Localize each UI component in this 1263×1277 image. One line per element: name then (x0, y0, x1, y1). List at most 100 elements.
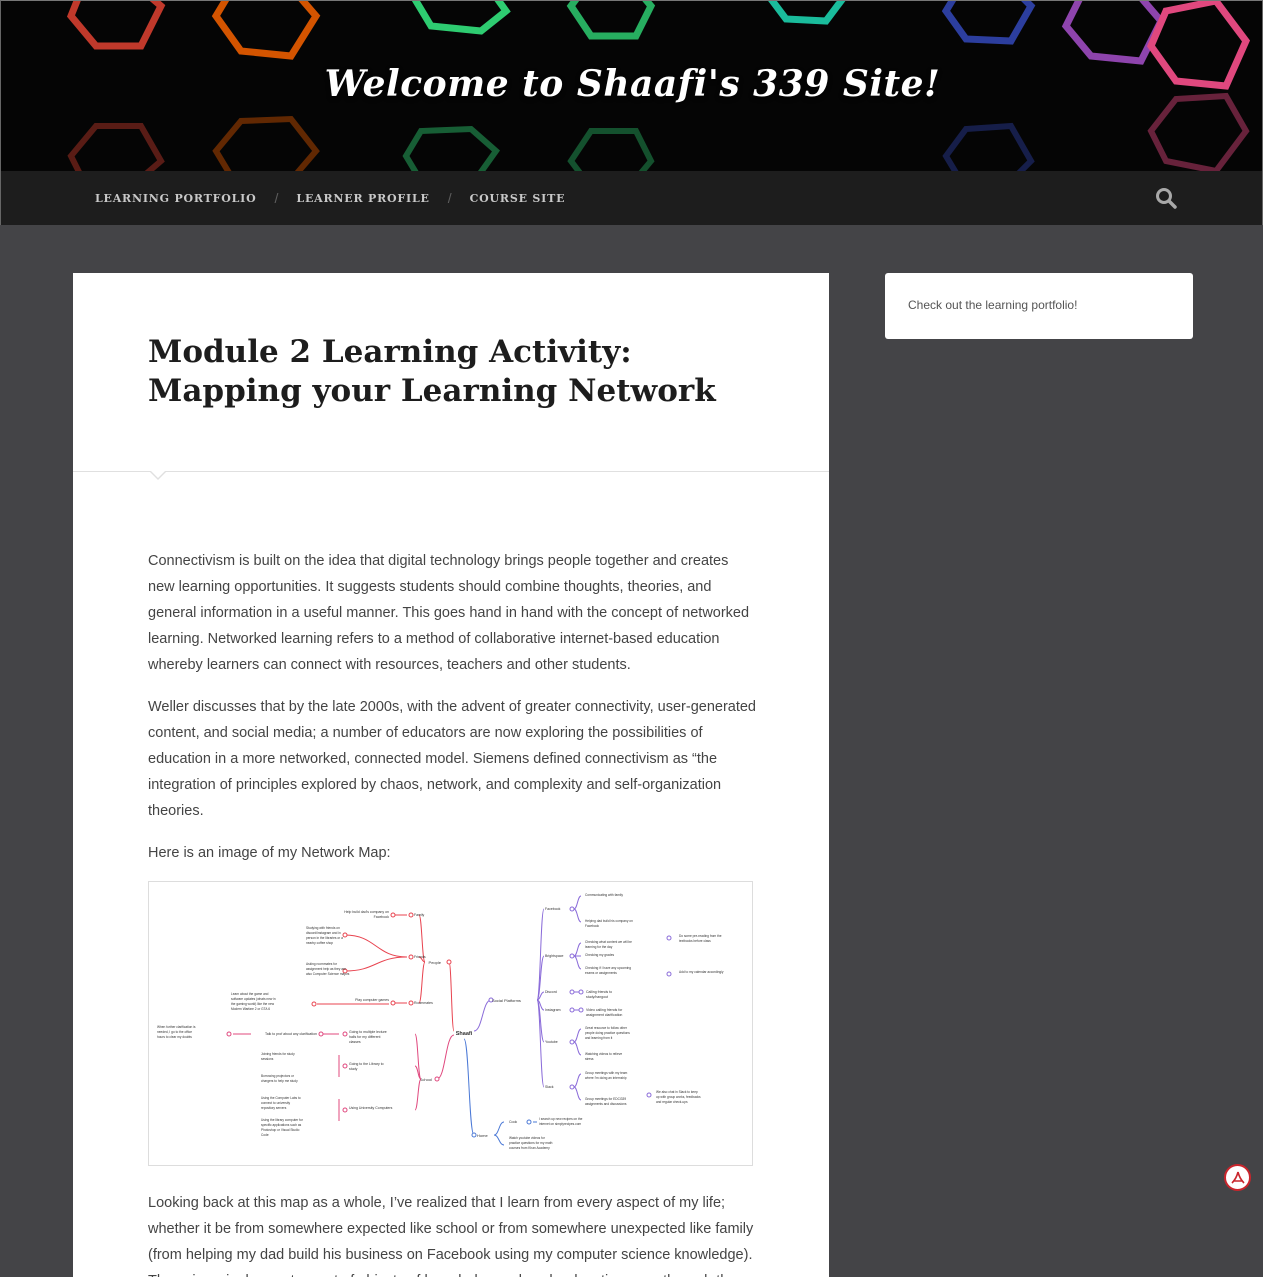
map-node-label: Discord (545, 990, 557, 994)
map-node-label: Brightspace (545, 954, 564, 958)
map-node-label: Family (414, 913, 425, 917)
map-leaf: Watch youtube videos for practice questio… (509, 1136, 553, 1150)
map-node-dot (569, 1039, 575, 1045)
map-node-dot (569, 1007, 575, 1013)
map-leaf: We also chat in Slack to keep up with gro… (656, 1090, 701, 1104)
post-content: Connectivism is built on the idea that d… (148, 548, 758, 882)
nav-learning-portfolio[interactable]: LEARNING PORTFOLIO (95, 192, 257, 205)
map-connector (573, 1073, 582, 1088)
map-node-dot (578, 1007, 584, 1013)
map-leaf: Group meetings for EDCI339 assignments an… (585, 1097, 627, 1106)
paragraph: Connectivism is built on the idea that d… (148, 553, 750, 673)
map-node-school: School (420, 1077, 432, 1082)
map-leaf: Studying with friends on discord/instagra… (306, 926, 343, 945)
map-node-dot (446, 959, 452, 965)
map-node-social: Social Platforms (492, 998, 521, 1003)
map-leaf: Talk to prof about any clarification (265, 1032, 317, 1036)
map-node-dot (342, 1063, 348, 1069)
map-node-dot (311, 1001, 317, 1007)
map-connector (573, 1028, 582, 1043)
map-node-dot (471, 1132, 477, 1138)
map-connector (536, 999, 545, 1088)
map-node-label: Friends (414, 955, 426, 959)
map-leaf: Communicating with family (585, 893, 623, 897)
map-node-dot (408, 1000, 414, 1006)
map-connector (414, 1078, 422, 1111)
site-title[interactable]: Welcome to Shaafi's 339 Site! (1, 63, 1262, 105)
map-leaf: Borrowing projectors or chargers to help … (261, 1074, 298, 1083)
map-node-dot (342, 932, 348, 938)
map-node-people: People (429, 960, 442, 965)
map-node-dot (408, 954, 414, 960)
map-node-dot (569, 906, 575, 912)
portfolio-link[interactable]: Check out the learning portfolio! (908, 298, 1077, 312)
map-connector (463, 1038, 475, 1136)
map-node-dot (434, 1076, 440, 1082)
map-connector (573, 955, 582, 970)
map-connector (473, 999, 492, 1032)
map-connector (536, 908, 545, 1001)
map-node-label: Roommates (414, 1001, 433, 1005)
map-leaf: Helping dad build his company on Facebook (585, 919, 633, 928)
map-connector (418, 961, 426, 1004)
map-node-label: Cook (509, 1120, 517, 1124)
map-leaf: Add to my calendar accordingly (679, 970, 724, 974)
map-node-label: Slack (545, 1085, 554, 1089)
map-leaf: Calling friends to study/hangout (586, 990, 612, 999)
map-node-dot (569, 1084, 575, 1090)
map-connector (493, 1121, 505, 1136)
map-node-dot (342, 1107, 348, 1113)
map-connector (436, 1034, 455, 1080)
map-connector (448, 961, 455, 1032)
nav-course-site[interactable]: COURSE SITE (470, 192, 566, 205)
map-leaf: Learn about the game and software updates… (231, 992, 276, 1011)
map-leaf: Watching videos to relieve stress (585, 1052, 622, 1061)
map-leaf: Do some pre-reading from the textbooks be… (679, 934, 722, 943)
map-connector (344, 956, 408, 972)
map-connector (344, 934, 408, 958)
post-header: Module 2 Learning Activity: Mapping your… (73, 273, 829, 472)
map-leaf: Great resource to follow other people doi… (585, 1026, 630, 1040)
map-connector (493, 1134, 505, 1146)
paragraph: Here is an image of my Network Map: (148, 845, 391, 861)
map-node-dot (666, 935, 672, 941)
map-leaf: Joining friends for study sessions (261, 1052, 295, 1061)
map-leaf: Checking what content we will be learning… (585, 940, 632, 949)
map-node-dot (646, 1092, 652, 1098)
map-center-node: Shaafi (456, 1031, 473, 1037)
map-node-dot (666, 971, 672, 977)
map-node-home: Home (477, 1133, 488, 1138)
header-notch (149, 470, 167, 480)
sidebar-widget: Check out the learning portfolio! (885, 273, 1193, 339)
map-node-label: Youtube (545, 1040, 558, 1044)
map-leaf: Checking if I have any upcoming exams or … (585, 966, 631, 975)
map-connector (573, 1086, 582, 1101)
map-leaf: Using the library computer for specific a… (261, 1118, 304, 1137)
nav-separator: / (447, 190, 452, 206)
map-leaf: When further clarification is needed, I g… (157, 1025, 196, 1039)
paragraph: Weller discusses that by the late 2000s,… (148, 699, 756, 819)
map-leaf: I search up new recipes on the internet o… (539, 1117, 583, 1126)
map-connector (573, 1041, 582, 1056)
map-connector (573, 942, 582, 957)
map-connector (573, 895, 582, 910)
map-node-dot (408, 912, 414, 918)
map-connector (573, 908, 582, 923)
map-node-dot (342, 1031, 348, 1037)
map-node-label: Going to multiple lecture halls for my di… (349, 1030, 387, 1044)
map-leaf: Group meetings with my team where I'm doi… (585, 1071, 628, 1080)
network-map-image[interactable]: Shaafi People Family Help build dad's compa… (148, 881, 753, 1166)
pdf-icon[interactable] (1224, 1164, 1251, 1191)
map-leaf: Checking my grades (585, 953, 614, 957)
search-icon[interactable] (1154, 186, 1178, 210)
post-title[interactable]: Module 2 Learning Activity: Mapping your… (148, 333, 748, 411)
map-node-dot (226, 1031, 232, 1037)
map-leaf: Using the Computer Labs to connect to uni… (261, 1096, 301, 1110)
post-card: Module 2 Learning Activity: Mapping your… (73, 273, 829, 1277)
map-node-dot (526, 1119, 532, 1125)
map-node-label: Using University Computers (349, 1106, 393, 1110)
map-leaf: Help build dad's company on Facebook (344, 910, 389, 919)
map-node-dot (390, 912, 396, 918)
nav-learner-profile[interactable]: LEARNER PROFILE (296, 192, 429, 205)
network-map: Shaafi People Family Help build dad's compa… (157, 893, 724, 1150)
